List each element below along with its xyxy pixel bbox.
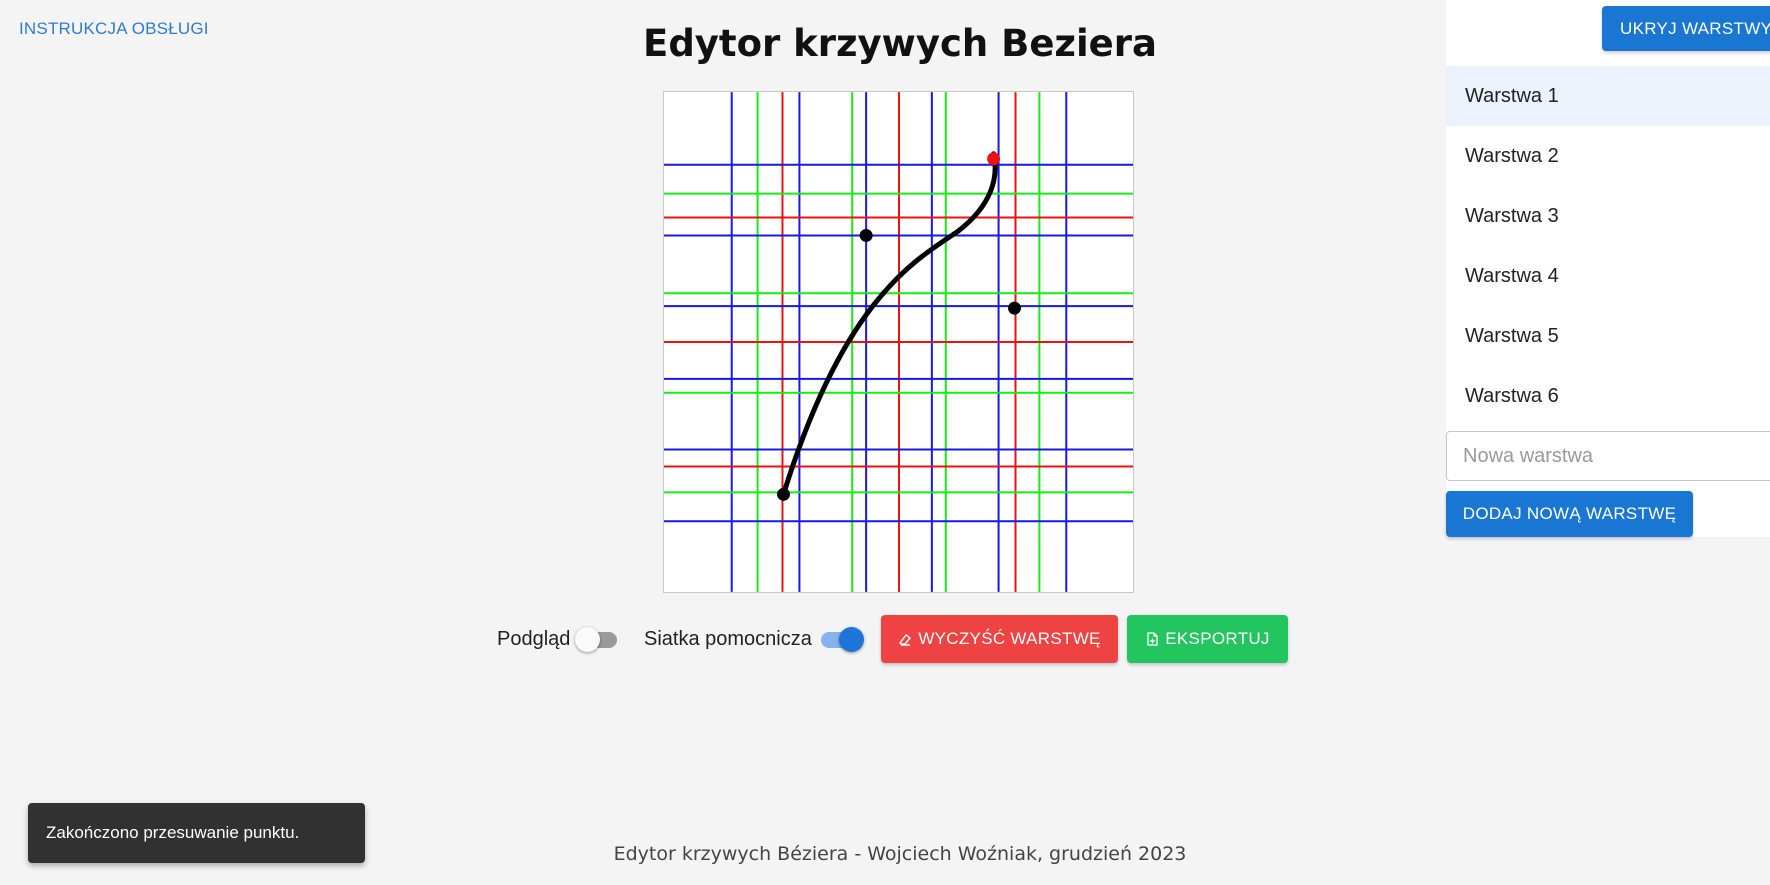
layer-item[interactable]: Warstwa 5 — [1446, 306, 1770, 366]
control-point-start[interactable] — [777, 487, 790, 501]
file-export-icon — [1145, 632, 1159, 646]
export-label: EKSPORTUJ — [1165, 629, 1270, 648]
control-point[interactable] — [1008, 301, 1021, 315]
footer: Edytor krzywych Béziera - Wojciech Woźni… — [613, 843, 1187, 865]
clear-layer-button[interactable]: WYCZYŚĆ WARSTWĘ — [881, 615, 1118, 663]
hide-layers-button[interactable]: UKRYJ WARSTWY — [1602, 6, 1770, 51]
preview-toggle[interactable] — [575, 625, 621, 653]
clear-layer-label: WYCZYŚĆ WARSTWĘ — [918, 629, 1101, 648]
bezier-canvas[interactable] — [663, 91, 1134, 593]
preview-label: Podgląd — [497, 628, 571, 650]
grid-label: Siatka pomocnicza — [644, 628, 812, 650]
control-point-active[interactable] — [987, 152, 1001, 166]
layers-panel: UKRYJ WARSTWY Warstwa 1 Warstwa 2 Warstw… — [1446, 0, 1770, 537]
add-layer-button[interactable]: DODAJ NOWĄ WARSTWĘ — [1446, 491, 1693, 537]
eraser-icon — [898, 632, 912, 646]
preview-toggle-thumb — [575, 627, 600, 652]
control-point[interactable] — [859, 228, 873, 242]
layer-item[interactable]: Warstwa 1 — [1446, 66, 1770, 126]
bezier-canvas-svg[interactable] — [664, 92, 1133, 592]
helper-grid — [664, 92, 1133, 592]
export-button[interactable]: EKSPORTUJ — [1127, 615, 1288, 663]
layer-list: Warstwa 1 Warstwa 2 Warstwa 3 Warstwa 4 … — [1446, 66, 1770, 426]
layer-item[interactable]: Warstwa 2 — [1446, 126, 1770, 186]
grid-toggle-thumb — [839, 627, 864, 652]
layer-item[interactable]: Warstwa 4 — [1446, 246, 1770, 306]
grid-toggle[interactable] — [817, 625, 864, 653]
layer-item[interactable]: Warstwa 6 — [1446, 366, 1770, 426]
new-layer-input[interactable] — [1446, 431, 1770, 481]
layer-item[interactable]: Warstwa 3 — [1446, 186, 1770, 246]
bezier-curve — [781, 151, 998, 497]
